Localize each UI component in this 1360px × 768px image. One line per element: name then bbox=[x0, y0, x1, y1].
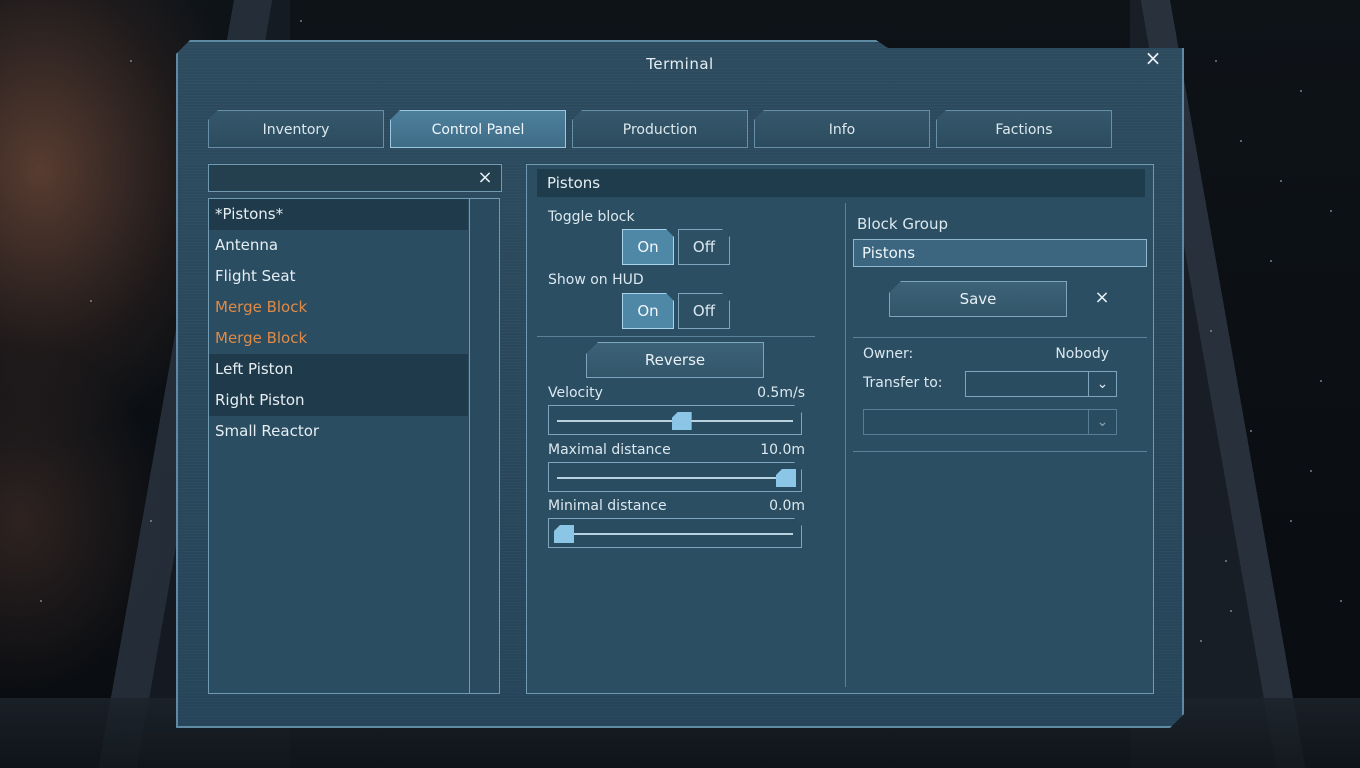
velocity-value: 0.5m/s bbox=[757, 385, 805, 401]
star bbox=[1210, 330, 1212, 332]
slider-handle[interactable] bbox=[776, 469, 796, 487]
show-on-hud-off-button[interactable]: Off bbox=[678, 293, 730, 329]
star bbox=[1225, 560, 1227, 562]
terminal-window: Terminal × Inventory Control Panel Produ… bbox=[176, 40, 1184, 728]
star bbox=[1270, 260, 1272, 262]
list-item[interactable]: Left Piston bbox=[209, 354, 468, 385]
chevron-down-icon: ⌄ bbox=[1088, 372, 1116, 396]
divider bbox=[853, 451, 1147, 452]
transfer-to-dropdown[interactable]: ⌄ bbox=[965, 371, 1117, 397]
list-item[interactable]: Antenna bbox=[209, 230, 468, 261]
star bbox=[1320, 380, 1322, 382]
star bbox=[1250, 430, 1252, 432]
close-icon[interactable]: × bbox=[1091, 287, 1113, 309]
maximal-distance-label: Maximal distance bbox=[548, 442, 671, 458]
block-group-label: Block Group bbox=[857, 215, 949, 233]
control-panel-content: Pistons Toggle block On Off Show on HUD … bbox=[526, 164, 1154, 694]
toggle-block-label: Toggle block bbox=[548, 209, 635, 225]
slider-handle[interactable] bbox=[554, 525, 574, 543]
maximal-distance-slider[interactable] bbox=[548, 462, 802, 492]
maximal-distance-value: 10.0m bbox=[760, 442, 805, 458]
star bbox=[300, 20, 302, 22]
star bbox=[1300, 90, 1302, 92]
column-divider bbox=[845, 203, 846, 687]
minimal-distance-value: 0.0m bbox=[769, 498, 805, 514]
close-icon[interactable]: × bbox=[1142, 47, 1164, 69]
star bbox=[130, 60, 132, 62]
star bbox=[1215, 60, 1217, 62]
list-scrollbar[interactable] bbox=[469, 199, 499, 693]
tab-info[interactable]: Info bbox=[754, 110, 930, 148]
transfer-target-dropdown[interactable]: ⌄ bbox=[863, 409, 1117, 435]
chevron-down-icon: ⌄ bbox=[1088, 410, 1116, 434]
reverse-button[interactable]: Reverse bbox=[586, 342, 764, 378]
save-button[interactable]: Save bbox=[889, 281, 1067, 317]
list-item[interactable]: Merge Block bbox=[209, 323, 468, 354]
star bbox=[1230, 610, 1232, 612]
block-list-items: *Pistons* Antenna Flight Seat Merge Block Me… bbox=[209, 199, 468, 447]
toggle-block-off-button[interactable]: Off bbox=[678, 229, 730, 265]
toggle-block-on-button[interactable]: On bbox=[622, 229, 674, 265]
close-icon[interactable]: × bbox=[475, 167, 495, 189]
block-group-name-input[interactable]: Pistons bbox=[853, 239, 1147, 267]
tab-factions[interactable]: Factions bbox=[936, 110, 1112, 148]
star bbox=[1240, 140, 1242, 142]
tab-control-panel[interactable]: Control Panel bbox=[390, 110, 566, 148]
divider bbox=[537, 336, 815, 337]
slider-handle[interactable] bbox=[672, 412, 692, 430]
owner-value: Nobody bbox=[1055, 346, 1109, 362]
show-on-hud-label: Show on HUD bbox=[548, 272, 644, 288]
divider bbox=[853, 337, 1147, 338]
list-item[interactable]: Small Reactor bbox=[209, 416, 468, 447]
star bbox=[1280, 180, 1282, 182]
block-list-panel: × *Pistons* Antenna Flight Seat Merge Block… bbox=[208, 164, 502, 694]
panel-header: Pistons bbox=[537, 169, 1145, 197]
search-input[interactable]: × bbox=[208, 164, 502, 192]
list-item[interactable]: Right Piston bbox=[209, 385, 468, 416]
show-on-hud-on-button[interactable]: On bbox=[622, 293, 674, 329]
star bbox=[1330, 210, 1332, 212]
star bbox=[1200, 640, 1202, 642]
minimal-distance-label: Minimal distance bbox=[548, 498, 667, 514]
velocity-slider[interactable] bbox=[548, 405, 802, 435]
owner-label: Owner: bbox=[863, 346, 914, 362]
window-title: Terminal bbox=[646, 55, 714, 73]
transfer-to-label: Transfer to: bbox=[863, 375, 943, 391]
star bbox=[1340, 600, 1342, 602]
star bbox=[1310, 470, 1312, 472]
tab-inventory[interactable]: Inventory bbox=[208, 110, 384, 148]
star bbox=[1290, 520, 1292, 522]
tab-production[interactable]: Production bbox=[572, 110, 748, 148]
list-item[interactable]: *Pistons* bbox=[209, 199, 468, 230]
list-item[interactable]: Merge Block bbox=[209, 292, 468, 323]
slider-track bbox=[557, 477, 793, 479]
slider-track bbox=[557, 533, 793, 535]
list-item[interactable]: Flight Seat bbox=[209, 261, 468, 292]
star bbox=[40, 600, 42, 602]
velocity-label: Velocity bbox=[548, 385, 603, 401]
star bbox=[150, 520, 152, 522]
block-list[interactable]: *Pistons* Antenna Flight Seat Merge Block Me… bbox=[208, 198, 500, 694]
star bbox=[90, 300, 92, 302]
minimal-distance-slider[interactable] bbox=[548, 518, 802, 548]
